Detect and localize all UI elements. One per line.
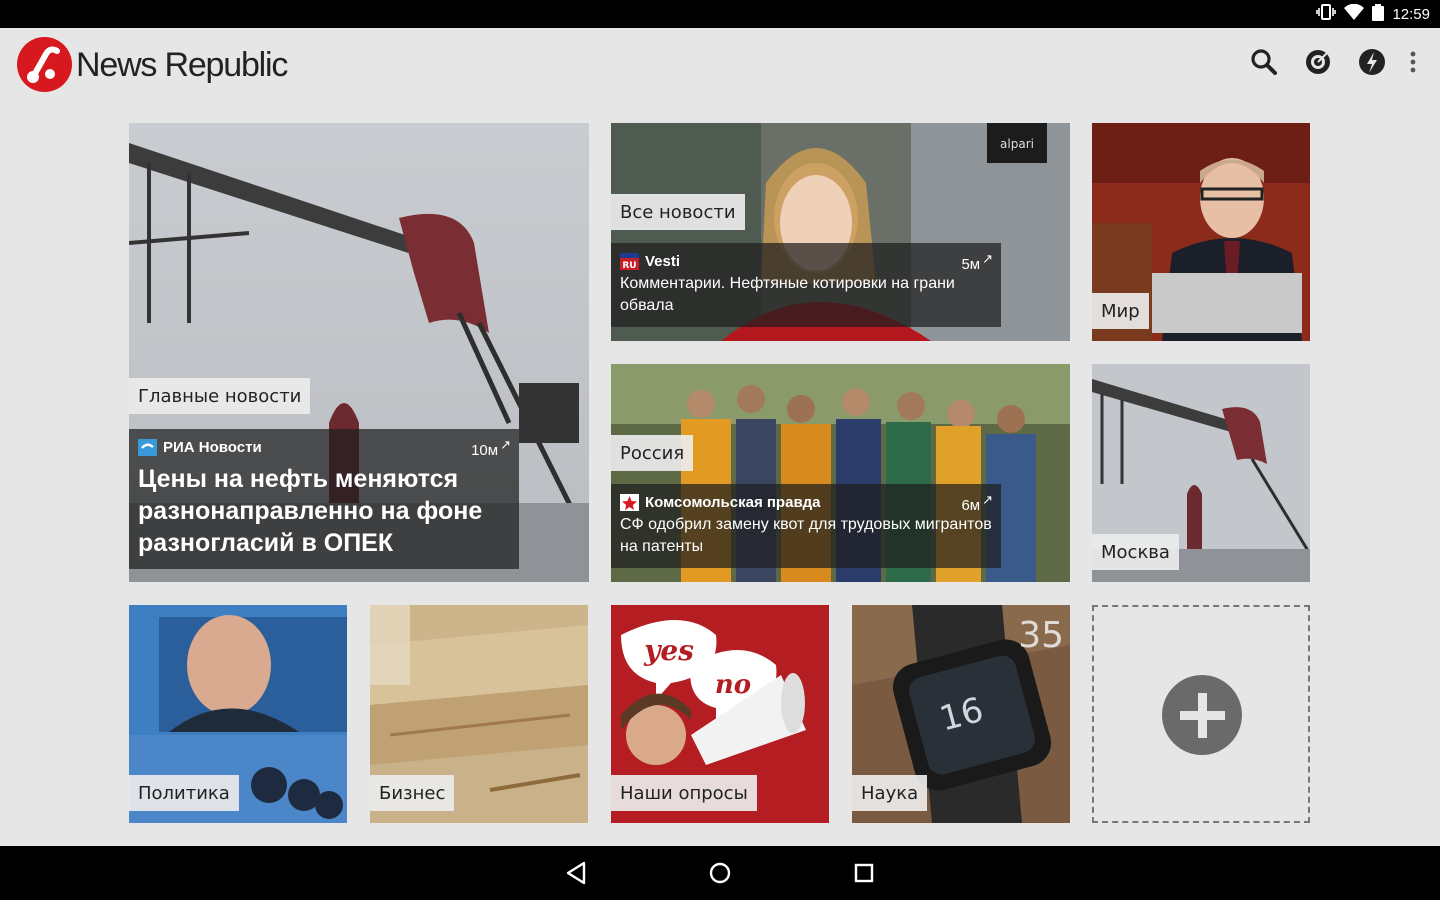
alpari-watermark: alpari: [1000, 137, 1034, 151]
radar-icon[interactable]: [1302, 46, 1334, 78]
category-label: Все новости: [611, 194, 745, 230]
tile-main-news[interactable]: Главные новости РИА Новости 10м ↗ Цены на…: [129, 123, 589, 582]
ria-news-logo-icon: [138, 438, 157, 456]
wifi-icon: [1344, 3, 1365, 24]
story-overlay[interactable]: РИА Новости 10м ↗ Цены на нефть меняются …: [129, 429, 519, 569]
add-icon[interactable]: [1162, 675, 1242, 755]
tile-polls[interactable]: yes no Наши опросы: [611, 605, 829, 823]
tile-moscow[interactable]: Москва: [1092, 364, 1310, 582]
story-time: 5м ↗: [961, 251, 993, 273]
source-name: Комсомольская правда: [645, 493, 821, 511]
vesti-logo-icon: RU: [620, 252, 639, 271]
corner-number: 35: [1018, 615, 1064, 656]
kp-logo-icon: [620, 493, 639, 511]
external-link-icon: ↗: [982, 251, 993, 266]
overflow-menu-icon[interactable]: [1397, 46, 1429, 78]
battery-icon: [1372, 3, 1385, 25]
vibrate-icon: [1316, 4, 1337, 24]
svg-text:RU: RU: [622, 261, 636, 270]
category-label: Бизнес: [370, 775, 455, 811]
story-overlay[interactable]: Комсомольская правда 6м ↗ СФ одобрил заме…: [611, 484, 1001, 568]
source-name: Vesti: [645, 252, 681, 270]
tile-politics[interactable]: Политика: [129, 605, 347, 823]
navigation-bar: [0, 846, 1440, 900]
back-icon[interactable]: [562, 859, 592, 887]
recents-icon[interactable]: [849, 859, 879, 887]
add-category-tile[interactable]: [1092, 605, 1310, 823]
home-icon[interactable]: [705, 859, 735, 887]
tile-business[interactable]: Бизнес: [370, 605, 588, 823]
category-label: Главные новости: [129, 378, 311, 414]
search-icon[interactable]: [1248, 46, 1280, 78]
tile-science[interactable]: 16 35 Наука: [852, 605, 1070, 823]
tile-russia[interactable]: Россия Комсомольская правда 6м ↗ СФ одобр…: [611, 364, 1070, 582]
external-link-icon: ↗: [982, 492, 993, 507]
category-label: Москва: [1092, 534, 1179, 570]
story-overlay[interactable]: RU Vesti 5м ↗ Комментарии. Нефтяные котир…: [611, 243, 1001, 327]
category-label: Наука: [852, 775, 928, 811]
clock: 12:59: [1392, 5, 1430, 23]
story-headline: Цены на нефть меняются разнонаправленно …: [138, 465, 483, 557]
story-time: 6м ↗: [961, 492, 993, 514]
status-bar: 12:59: [0, 0, 1440, 28]
external-link-icon: ↗: [500, 437, 511, 452]
story-headline: СФ одобрил замену квот для трудовых мигр…: [620, 516, 992, 555]
category-label: Россия: [611, 435, 694, 471]
tile-all-news[interactable]: alpari Все новости RU Vesti 5м ↗ Коммента…: [611, 123, 1070, 341]
app-title: News Republic: [76, 46, 288, 84]
tile-world[interactable]: Мир: [1092, 123, 1310, 341]
story-time: 10м ↗: [471, 437, 511, 459]
category-label: Наши опросы: [611, 775, 757, 811]
category-label: Мир: [1092, 293, 1149, 329]
no-bubble-text: no: [715, 670, 751, 700]
flash-icon[interactable]: [1356, 46, 1388, 78]
yes-bubble-text: yes: [643, 634, 694, 667]
news-republic-logo-icon: [17, 37, 72, 92]
app-bar: News Republic: [0, 28, 1440, 100]
category-label: Политика: [129, 775, 239, 811]
story-headline: Комментарии. Нефтяные котировки на грани…: [620, 275, 955, 314]
source-name: РИА Новости: [163, 438, 262, 456]
